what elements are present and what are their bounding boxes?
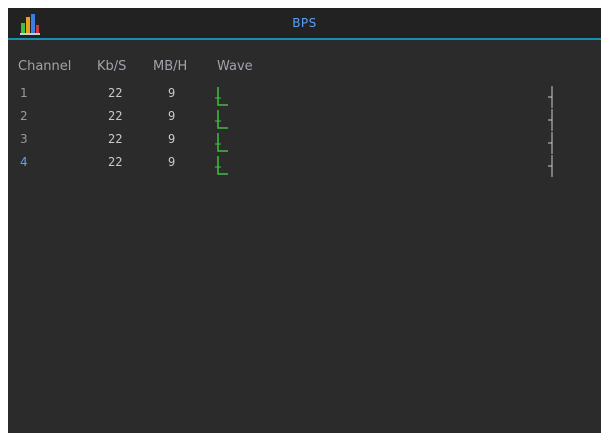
channel-number: 3 — [20, 132, 28, 146]
mbh-value: 9 — [168, 86, 176, 100]
mbh-value: 9 — [168, 109, 176, 123]
table-row[interactable]: 1 22 9 — [8, 86, 601, 108]
wave-graph — [215, 110, 228, 129]
table-row[interactable]: 4 22 9 — [8, 155, 601, 177]
title-divider — [8, 38, 601, 40]
wave-graph — [215, 156, 228, 175]
kbs-value: 22 — [108, 109, 123, 123]
wave-scale-marker — [548, 132, 553, 154]
table-row[interactable]: 3 22 9 — [8, 132, 601, 154]
wave-scale-marker — [548, 86, 553, 108]
column-header-mbh: MB/H — [153, 59, 188, 74]
column-header-channel: Channel — [18, 59, 72, 74]
mbh-value: 9 — [168, 155, 176, 169]
mbh-value: 9 — [168, 132, 176, 146]
kbs-value: 22 — [108, 155, 123, 169]
column-header-wave: Wave — [217, 59, 253, 74]
window-title: BPS — [292, 16, 317, 30]
channel-number: 2 — [20, 109, 28, 123]
wave-graph — [215, 87, 228, 106]
table-row[interactable]: 2 22 9 — [8, 109, 601, 131]
wave-graph — [215, 133, 228, 152]
title-bar: BPS — [8, 8, 601, 38]
wave-scale-marker — [548, 155, 553, 177]
wave-scale-marker — [548, 109, 553, 131]
kbs-value: 22 — [108, 86, 123, 100]
kbs-value: 22 — [108, 132, 123, 146]
channel-number: 1 — [20, 86, 28, 100]
column-header-kbs: Kb/S — [97, 59, 127, 74]
bps-window: BPS Channel Kb/S MB/H Wave 1 22 9 2 22 9 3 22 9 4… — [8, 8, 601, 433]
channel-number: 4 — [20, 155, 28, 169]
